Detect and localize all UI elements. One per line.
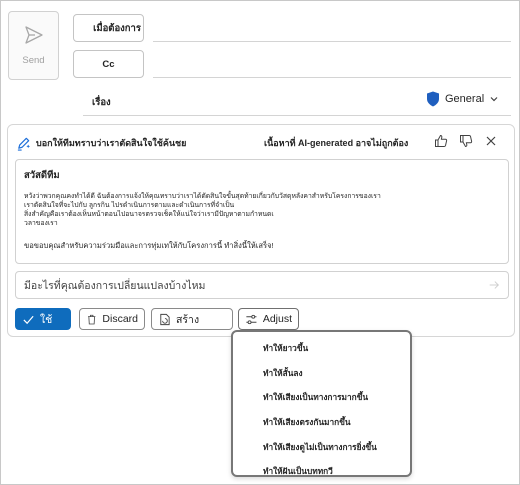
keep-label: ใช้ <box>40 313 53 326</box>
cc-field[interactable] <box>153 77 511 78</box>
menu-item-longer[interactable]: ทำให้ยาวขึ้น <box>233 336 410 361</box>
to-field[interactable] <box>153 41 511 42</box>
refine-placeholder: มีอะไรที่คุณต้องการเปลี่ยนแปลงบ้างไหม <box>24 279 206 292</box>
send-icon <box>24 26 43 44</box>
refine-input[interactable]: มีอะไรที่คุณต้องการเปลี่ยนแปลงบ้างไหม <box>15 271 509 299</box>
sensitivity-label: General <box>445 93 485 105</box>
menu-item-shorter[interactable]: ทำให้สั้นลง <box>233 361 410 386</box>
draft-line: เราตัดสินใจที่จะไปกับ ลูกรกิน ไปรดำเนินก… <box>24 202 235 209</box>
draft-body: หวังว่าพวกคุณคงทำได้ดี ฉันต้องการแจ้งให้… <box>24 192 500 228</box>
shield-icon <box>427 91 439 107</box>
prompt-title: บอกให้ทีมทราบว่าเราตัดสินใจใช้ค้นชย <box>36 138 187 148</box>
adjust-label: Adjust <box>262 313 292 325</box>
chevron-down-icon <box>490 97 498 102</box>
thumbs-up-icon[interactable] <box>434 134 448 148</box>
draft-greeting: สวัสดีทีม <box>24 170 60 181</box>
cc-button[interactable]: Cc <box>73 50 144 78</box>
adjust-button[interactable]: Adjust <box>238 308 299 330</box>
discard-button[interactable]: Discard <box>79 308 145 330</box>
ai-disclaimer: เนื้อหาที่ AI-generated อาจไม่ถูกต้อง <box>264 138 409 148</box>
draft-line: สิ่งสำคัญคือเราต้องเห็นหน้าตอนไปอนาจรตรว… <box>24 211 274 218</box>
regenerate-icon <box>160 313 170 325</box>
draft-closing: ขอขอบคุณสำหรับความร่วมมือและการทุ่มเทให้… <box>24 241 274 250</box>
thumbs-down-icon[interactable] <box>459 134 473 148</box>
adjust-menu: ทำให้ยาวขึ้น ทำให้สั้นลง ทำให้เสียงเป็นท… <box>231 330 412 477</box>
copilot-header: บอกให้ทีมทราบว่าเราตัดสินใจใช้ค้นชย เนื้… <box>16 134 508 152</box>
copilot-pen-icon <box>17 137 31 151</box>
trash-icon <box>88 314 96 324</box>
draft-line: หวังว่าพวกคุณคงทำได้ดี ฉันต้องการแจ้งให้… <box>24 193 381 200</box>
arrow-right-icon[interactable] <box>488 279 500 291</box>
draft-line: วลาของเรา <box>24 220 58 227</box>
regenerate-label: สร้าง <box>176 313 200 326</box>
copilot-draft-panel: บอกให้ทีมทราบว่าเราตัดสินใจใช้ค้นชย เนื้… <box>7 124 515 337</box>
regenerate-button[interactable]: สร้าง <box>151 308 233 330</box>
sensitivity-dropdown[interactable]: General <box>426 91 499 107</box>
discard-label: Discard <box>102 313 138 325</box>
keep-button[interactable]: ใช้ <box>15 308 71 330</box>
draft-content: สวัสดีทีม หวังว่าพวกคุณคงทำได้ดี ฉันต้อง… <box>15 159 509 264</box>
send-label: Send <box>22 55 45 66</box>
check-icon <box>23 315 34 324</box>
menu-item-casual[interactable]: ทำให้เสียงดูไม่เป็นทางการยิ่งขึ้น <box>233 434 410 459</box>
to-button[interactable]: เมื่อต้องการ <box>73 14 144 42</box>
sliders-icon <box>246 314 257 324</box>
menu-item-formal[interactable]: ทำให้เสียงเป็นทางการมากขึ้น <box>233 385 410 410</box>
subject-field[interactable] <box>83 115 511 116</box>
close-icon[interactable] <box>484 134 498 148</box>
compose-window: Send เมื่อต้องการ Cc เรื่อง General บอกใ… <box>0 0 520 485</box>
menu-item-poem[interactable]: ทำให้ฝันเป็นบททกวี <box>233 459 410 484</box>
menu-item-direct[interactable]: ทำให้เสียงตรงกันมากขึ้น <box>233 410 410 435</box>
send-button[interactable]: Send <box>8 11 59 80</box>
subject-label: เรื่อง <box>92 97 111 108</box>
